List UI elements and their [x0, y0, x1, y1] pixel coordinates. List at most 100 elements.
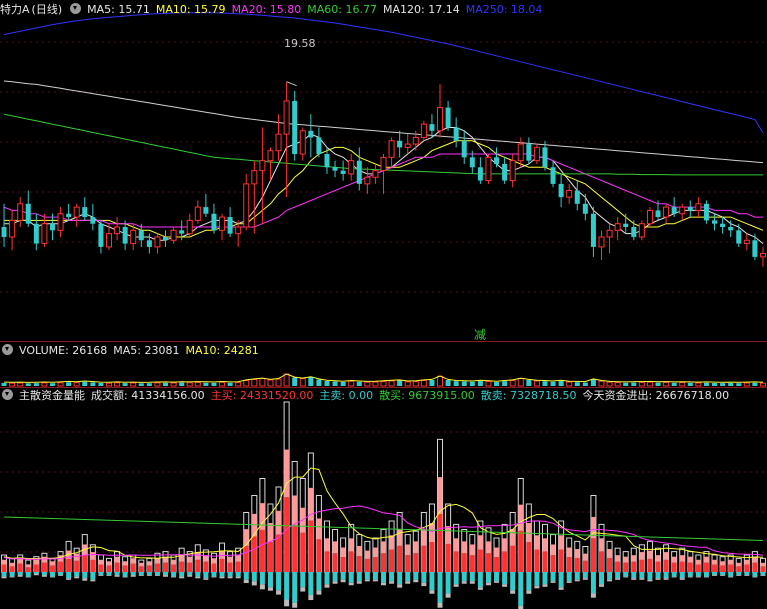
- main-buy-bar: [671, 562, 677, 572]
- volume-bar: [163, 382, 169, 386]
- main-buy-bar: [324, 551, 330, 572]
- retail-bar: [267, 587, 273, 591]
- main-buy-bar: [98, 564, 104, 572]
- main-sell-bar: [9, 572, 15, 577]
- main-buy-extra-bar: [663, 552, 669, 560]
- retail-bar: [356, 581, 362, 584]
- main-sell-bar: [534, 572, 540, 586]
- retail-bar: [736, 575, 742, 576]
- main-buy-extra-bar: [356, 545, 362, 557]
- retail-bar: [469, 581, 475, 584]
- volume-bar: [743, 382, 750, 387]
- main-buy-bar: [558, 549, 564, 572]
- capital-menu-icon[interactable]: [2, 389, 13, 400]
- main-sell-bar: [582, 572, 588, 579]
- volume-menu-icon[interactable]: [2, 344, 13, 355]
- main-buy-extra-bar: [348, 538, 354, 552]
- retail-bar: [211, 576, 217, 578]
- main-sell-bar: [752, 572, 758, 577]
- main-sell-bar: [138, 572, 144, 576]
- volume-bar: [623, 382, 629, 386]
- retail-bar: [372, 579, 378, 582]
- retail-bar: [66, 578, 72, 580]
- candle-body: [550, 167, 556, 184]
- main-buy-bar: [502, 551, 508, 572]
- main-sell-bar: [316, 572, 322, 591]
- main-buy-extra-bar: [558, 535, 564, 550]
- main-sell-bar: [429, 572, 435, 591]
- volume-bar: [736, 383, 742, 386]
- main-buy-bar: [582, 560, 588, 572]
- main-buy-bar: [380, 553, 387, 572]
- main-buy-bar: [389, 549, 395, 572]
- volume-ma5-label: MA5: 23081: [113, 344, 180, 357]
- net-flow-label: 今天资金进出: 26676718.00: [582, 389, 730, 402]
- candle-body: [566, 190, 573, 198]
- main-sell-bar: [372, 572, 378, 580]
- volume-bar: [752, 382, 758, 386]
- main-buy-extra-bar: [292, 495, 298, 526]
- volume-bar: [356, 381, 362, 386]
- main-sell-bar: [171, 572, 177, 577]
- main-sell-bar: [712, 572, 718, 576]
- main-buy-bar: [574, 557, 580, 572]
- retail-bar: [590, 593, 596, 598]
- main-buy-extra-bar: [736, 562, 742, 567]
- main-buy-extra-bar: [671, 556, 677, 563]
- main-buy-bar: [227, 562, 233, 572]
- volume-bar: [299, 378, 306, 387]
- main-buy-extra-bar: [631, 555, 637, 562]
- volume-bar: [292, 377, 298, 386]
- retail-bar: [138, 575, 144, 576]
- main-buy-bar: [720, 565, 726, 572]
- main-buy-extra-bar: [138, 562, 144, 567]
- volume-bar: [631, 382, 637, 386]
- main-buy-extra-bar: [607, 549, 613, 558]
- main-sell-bar: [187, 572, 193, 576]
- main-buy-extra-bar: [534, 535, 540, 550]
- main-buy-bar: [566, 557, 572, 572]
- retail-buy-label: 散买: 9673915.00: [379, 389, 475, 402]
- ma60-label: MA60: 16.77: [307, 3, 377, 16]
- main-buy-extra-bar: [41, 556, 47, 563]
- main-sell-bar: [469, 572, 475, 582]
- main-buy-bar: [445, 543, 451, 572]
- main-sell-bar: [380, 572, 387, 583]
- main-sell-bar: [510, 572, 516, 591]
- volume-bar: [170, 382, 177, 387]
- retail-bar: [171, 576, 177, 578]
- indicator-menu-icon[interactable]: [70, 3, 82, 14]
- main-sell-bar: [542, 572, 548, 585]
- main-buy-extra-bar: [340, 547, 346, 558]
- main-sell-bar: [259, 572, 265, 585]
- stock-chart[interactable]: [0, 0, 767, 609]
- main-buy-extra-bar: [566, 547, 572, 558]
- main-buy-bar: [437, 514, 443, 572]
- main-buy-bar: [122, 565, 128, 572]
- main-sell-bar: [389, 572, 395, 582]
- retail-bar: [631, 578, 637, 580]
- main-buy-extra-bar: [695, 559, 701, 565]
- volume-bar: [614, 382, 621, 387]
- volume-bar: [348, 380, 355, 387]
- main-buy-extra-bar: [405, 544, 411, 556]
- main-buy-extra-bar: [33, 559, 39, 565]
- main-sell-bar: [243, 572, 249, 580]
- main-buy-bar: [760, 566, 766, 572]
- main-sell-bar: [163, 572, 169, 576]
- main-buy-extra-bar: [518, 504, 524, 531]
- retail-bar: [49, 576, 55, 578]
- volume-bar: [227, 382, 233, 386]
- volume-bar: [105, 382, 112, 387]
- main-buy-extra-bar: [130, 558, 136, 564]
- main-sell-bar: [687, 572, 693, 577]
- candle-body: [33, 223, 39, 244]
- main-buy-bar: [179, 561, 185, 572]
- candle-body: [49, 223, 55, 231]
- main-buy-extra-bar: [284, 449, 290, 498]
- volume-bar: [526, 380, 532, 386]
- main-buy-bar: [728, 564, 734, 572]
- volume-bar: [73, 382, 80, 387]
- main-buy-extra-bar: [502, 538, 508, 552]
- main-buy-extra-bar: [728, 559, 734, 565]
